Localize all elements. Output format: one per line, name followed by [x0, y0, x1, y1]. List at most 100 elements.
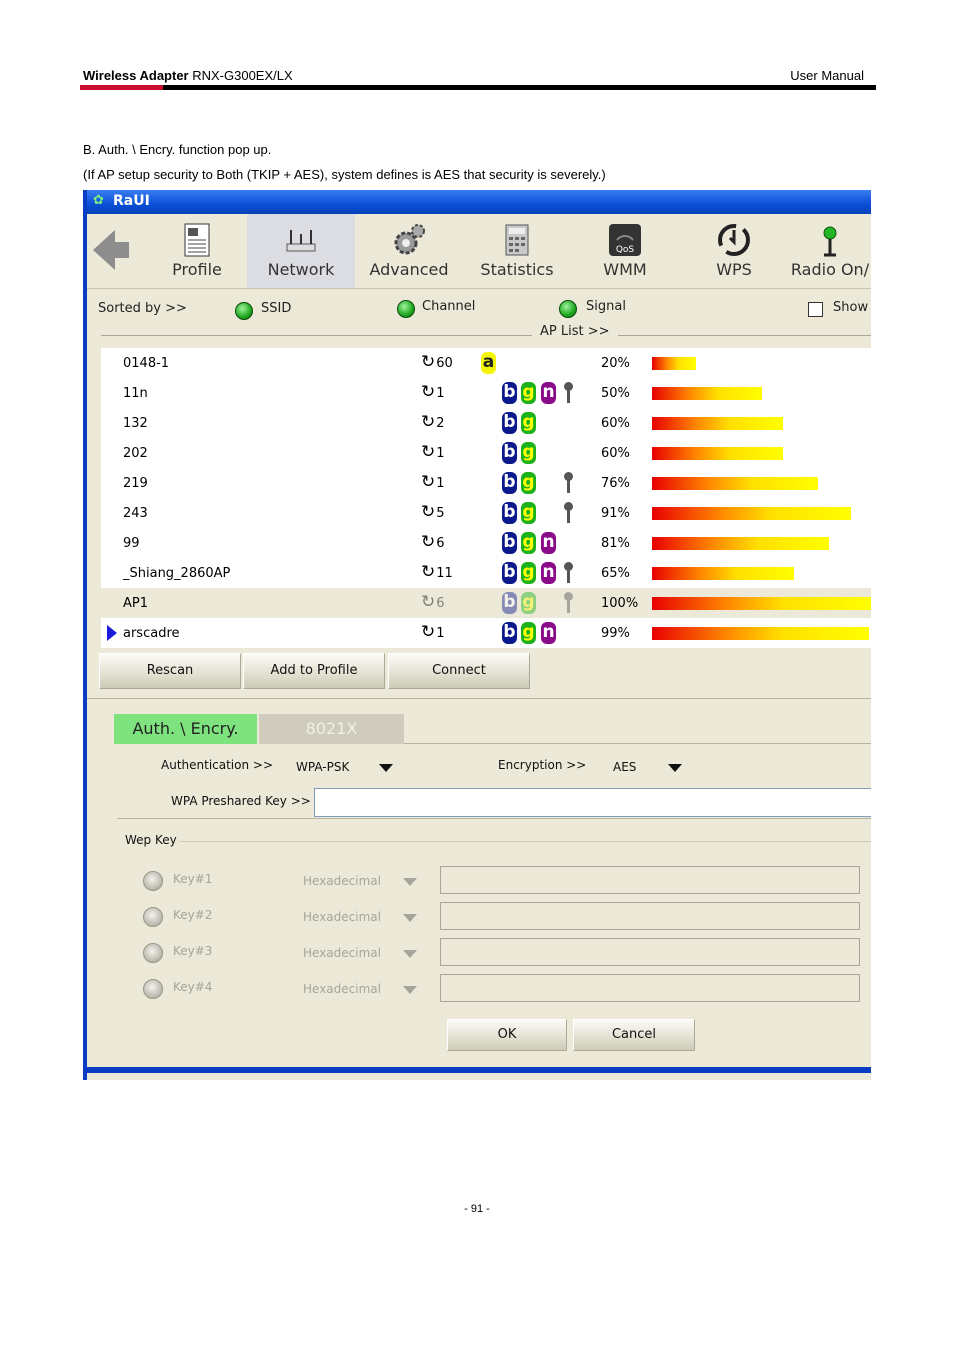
- toolbar-wps[interactable]: WPS: [679, 214, 789, 288]
- connect-button[interactable]: Connect: [388, 653, 530, 689]
- ap-row[interactable]: 11n ↻1 b g n 50%: [101, 378, 871, 408]
- channel-antenna-icon: ↻: [421, 352, 436, 372]
- signal-percent: 91%: [601, 506, 630, 521]
- sort-bar: Sorted by >> SSID Channel Signal Show AP…: [87, 288, 871, 348]
- show-label[interactable]: Show: [833, 300, 868, 315]
- signal-bar: [652, 447, 783, 460]
- page-number: - 91 -: [464, 1203, 490, 1215]
- signal-percent: 50%: [601, 386, 630, 401]
- ap-channel: ↻6: [421, 532, 445, 552]
- wep-key-format[interactable]: Hexadecimal: [303, 874, 381, 888]
- wep-key-format[interactable]: Hexadecimal: [303, 946, 381, 960]
- signal-percent: 60%: [601, 446, 630, 461]
- ap-channel: ↻1: [421, 472, 445, 492]
- toolbar-label: Profile: [172, 260, 222, 279]
- tab-8021x[interactable]: 8021X: [259, 714, 404, 744]
- lock-key-icon: [563, 502, 573, 524]
- lock-key-icon: [563, 382, 573, 404]
- channel-number: 1: [436, 626, 445, 641]
- wep-key-radio[interactable]: [143, 943, 163, 963]
- ap-row[interactable]: 0148-1 ↻60 a 20%: [101, 348, 871, 378]
- mode-b-icon: b: [502, 442, 517, 464]
- ap-ssid: 0148-1: [123, 356, 170, 371]
- ap-channel: ↻1: [421, 382, 445, 402]
- wep-key-format[interactable]: Hexadecimal: [303, 982, 381, 996]
- ap-row[interactable]: 132 ↻2 b g 60%: [101, 408, 871, 438]
- channel-number: 5: [436, 506, 445, 521]
- ap-row[interactable]: arscadre ↻1 b g n 99%: [101, 618, 871, 648]
- wep-format-dropdown-icon[interactable]: [403, 950, 417, 958]
- sort-signal-label[interactable]: Signal: [586, 299, 626, 314]
- wep-key-format[interactable]: Hexadecimal: [303, 910, 381, 924]
- header-rule: [80, 85, 876, 90]
- tab-auth-encry[interactable]: Auth. \ Encry.: [114, 714, 257, 744]
- signal-percent: 99%: [601, 626, 630, 641]
- ok-button[interactable]: OK: [447, 1019, 567, 1051]
- channel-number: 1: [436, 446, 445, 461]
- signal-bar: [652, 477, 818, 490]
- ap-row[interactable]: AP1 ↻6 b g 100%: [101, 588, 871, 618]
- mode-g-icon: g: [521, 412, 536, 434]
- toolbar: Profile Network Advanced Statistics QoS …: [87, 214, 871, 289]
- wep-key-name: Key#3: [173, 944, 213, 958]
- sort-channel-label[interactable]: Channel: [422, 299, 475, 314]
- cancel-button[interactable]: Cancel: [573, 1019, 695, 1051]
- wep-key-radio[interactable]: [143, 907, 163, 927]
- network-router-icon: [286, 230, 316, 252]
- authentication-value[interactable]: WPA-PSK: [296, 760, 349, 774]
- mode-g-icon: g: [521, 532, 536, 554]
- channel-number: 1: [436, 386, 445, 401]
- wep-format-dropdown-icon[interactable]: [403, 878, 417, 886]
- wep-key-name: Key#4: [173, 980, 213, 994]
- wep-key-input[interactable]: [440, 938, 860, 966]
- ap-list-divider: [101, 335, 871, 336]
- toolbar-profile[interactable]: Profile: [147, 214, 247, 288]
- wep-format-dropdown-icon[interactable]: [403, 914, 417, 922]
- add-to-profile-button[interactable]: Add to Profile: [243, 653, 385, 689]
- signal-percent: 65%: [601, 566, 630, 581]
- title-bar: ✿ RaUI: [87, 190, 871, 214]
- toolbar-wmm[interactable]: QoS WMM: [571, 214, 679, 288]
- ap-row[interactable]: 202 ↻1 b g 60%: [101, 438, 871, 468]
- wpa-preshared-key-input[interactable]: [314, 788, 871, 817]
- ap-row[interactable]: _Shiang_2860AP ↻11 b g n 65%: [101, 558, 871, 588]
- sort-ssid-label[interactable]: SSID: [261, 301, 291, 316]
- channel-antenna-icon: ↻: [421, 412, 436, 432]
- rescan-button[interactable]: Rescan: [99, 653, 241, 689]
- wep-key-input[interactable]: [440, 974, 860, 1002]
- sort-ssid-radio[interactable]: [235, 302, 253, 320]
- encryption-value[interactable]: AES: [613, 760, 636, 774]
- mode-g-icon: g: [521, 562, 536, 584]
- encryption-dropdown-icon[interactable]: [668, 764, 682, 772]
- toolbar-network[interactable]: Network: [247, 214, 355, 288]
- toolbar-radio[interactable]: Radio On/: [789, 214, 871, 288]
- mode-b-icon: b: [502, 472, 517, 494]
- ap-ssid: AP1: [123, 596, 149, 611]
- ap-row[interactable]: 219 ↻1 b g 76%: [101, 468, 871, 498]
- wep-format-dropdown-icon[interactable]: [403, 986, 417, 994]
- show-checkbox[interactable]: [808, 302, 823, 317]
- signal-bar: [652, 537, 829, 550]
- toolbar-label: WPS: [716, 260, 752, 279]
- signal-bar: [652, 567, 794, 580]
- back-arrow-body[interactable]: [109, 242, 129, 258]
- gear-icon: [394, 224, 425, 255]
- sort-signal-radio[interactable]: [559, 300, 577, 318]
- sort-channel-radio[interactable]: [397, 300, 415, 318]
- toolbar-label: Network: [267, 260, 335, 279]
- mode-g-icon: g: [521, 592, 536, 614]
- wep-key-input[interactable]: [440, 866, 860, 894]
- authentication-dropdown-icon[interactable]: [379, 764, 393, 772]
- toolbar-label: WMM: [603, 260, 647, 279]
- wep-key-radio[interactable]: [143, 871, 163, 891]
- ap-row[interactable]: 243 ↻5 b g 91%: [101, 498, 871, 528]
- signal-bar: [652, 507, 851, 520]
- toolbar-label: Advanced: [369, 260, 449, 279]
- toolbar-advanced[interactable]: Advanced: [355, 214, 463, 288]
- ap-ssid: arscadre: [123, 626, 180, 641]
- ap-row[interactable]: 99 ↻6 b g n 81%: [101, 528, 871, 558]
- ap-channel: ↻6: [421, 592, 445, 612]
- wep-key-radio[interactable]: [143, 979, 163, 999]
- wep-key-input[interactable]: [440, 902, 860, 930]
- toolbar-statistics[interactable]: Statistics: [463, 214, 571, 288]
